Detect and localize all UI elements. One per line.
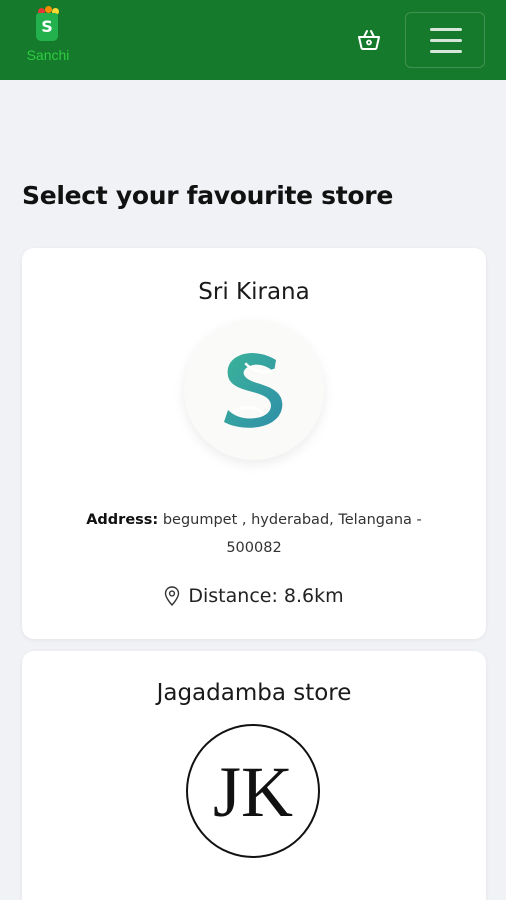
store-card-jagadamba[interactable]: Jagadamba store JK xyxy=(22,651,486,900)
top-navbar: S Sanchi xyxy=(0,0,506,80)
store-name: Sri Kirana xyxy=(198,279,310,305)
store-logo xyxy=(184,320,324,460)
jk-monogram-logo: JK xyxy=(213,752,293,832)
distance-text: Distance: 8.6km xyxy=(188,585,344,607)
brand-logo[interactable]: S Sanchi xyxy=(20,6,76,68)
menu-bar-middle xyxy=(430,39,462,42)
brand-fruit-orange xyxy=(45,6,52,13)
cart-button[interactable] xyxy=(351,22,387,58)
address-label: Address: xyxy=(86,512,159,528)
store-card-sri-kirana[interactable]: Sri Kirana Address: begumpet , hyderabad… xyxy=(22,248,486,639)
store-name: Jagadamba store xyxy=(156,680,352,706)
menu-bar-bottom xyxy=(430,50,462,53)
brand-bag-letter: S xyxy=(41,17,53,36)
store-distance: Distance: 8.6km xyxy=(22,585,486,607)
s-leaf-logo-icon xyxy=(224,353,283,428)
brand-name: Sanchi xyxy=(26,47,70,63)
shopping-basket-icon xyxy=(358,30,380,50)
menu-bar-top xyxy=(430,28,462,31)
page-title: Select your favourite store xyxy=(22,181,393,210)
menu-toggle-button[interactable] xyxy=(405,12,485,68)
address-value: begumpet , hyderabad, Telangana - 500082 xyxy=(162,512,422,556)
location-pin-icon xyxy=(165,586,180,606)
store-logo: JK xyxy=(186,724,320,858)
shopping-bag-icon: S xyxy=(36,13,58,41)
logo-monogram-text: JK xyxy=(213,752,293,832)
store-address: Address: begumpet , hyderabad, Telangana… xyxy=(62,506,446,562)
